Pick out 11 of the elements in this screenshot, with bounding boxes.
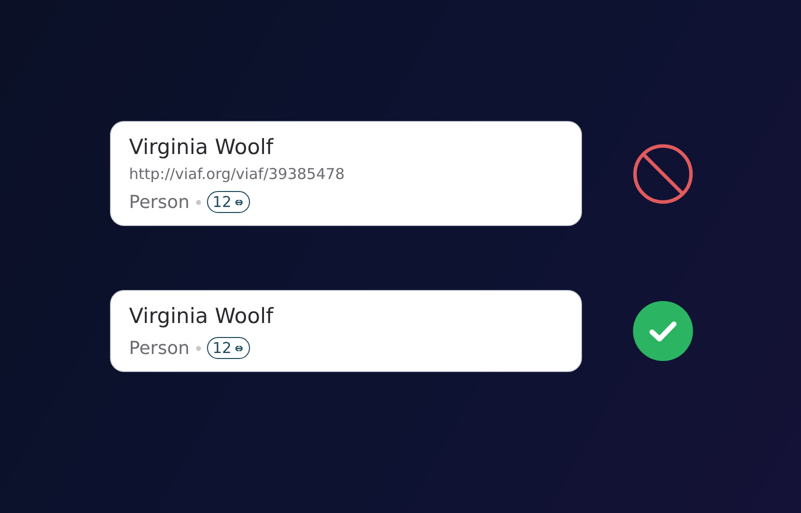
- record-type: Person: [129, 192, 190, 212]
- record-name: Virginia Woolf: [129, 134, 275, 161]
- link-icon: [232, 344, 245, 352]
- link-count-badge: 12: [206, 191, 250, 213]
- link-count-badge: 12: [206, 337, 250, 359]
- record-type: Person: [129, 338, 190, 358]
- link-icon: [232, 198, 245, 206]
- separator-dot: [196, 346, 200, 350]
- record-url: http://viaf.org/viaf/39385478: [129, 164, 346, 185]
- separator-dot: [196, 200, 200, 204]
- record-name: Virginia Woolf: [129, 303, 275, 330]
